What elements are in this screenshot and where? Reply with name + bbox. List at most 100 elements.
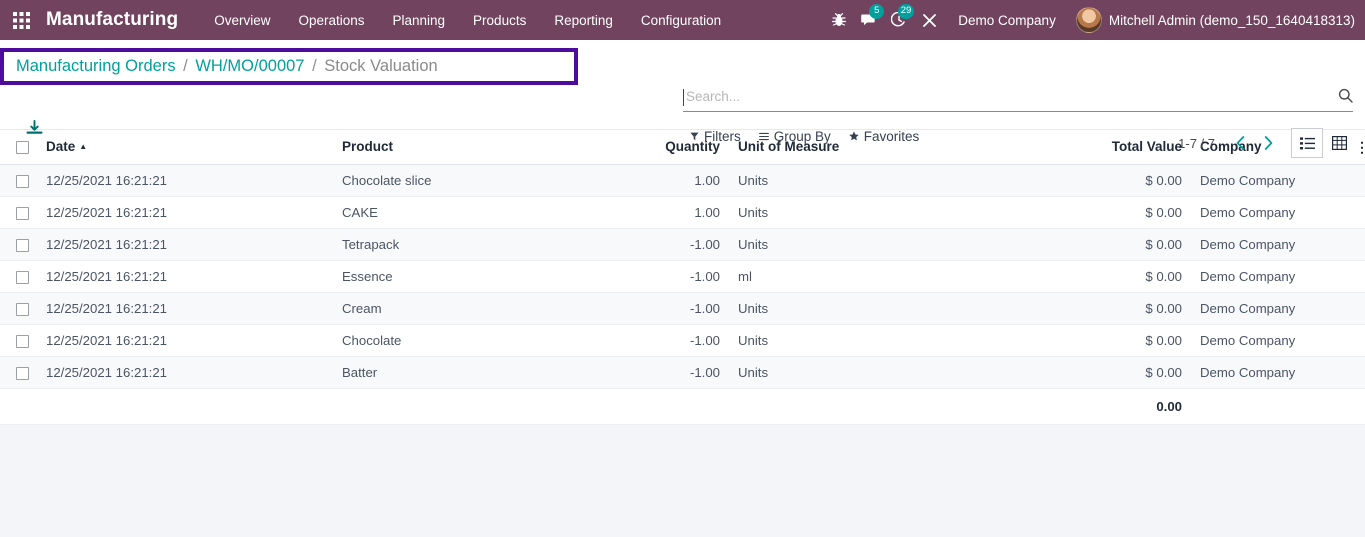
menu-item-overview[interactable]: Overview: [200, 0, 284, 40]
select-all-checkbox[interactable]: [16, 140, 29, 154]
cell-unit-of-measure: Units: [726, 356, 1056, 390]
main-menu: Overview Operations Planning Products Re…: [200, 0, 735, 40]
cell-date: 12/25/2021 16:21:21: [40, 356, 336, 390]
search-icon[interactable]: [1330, 88, 1353, 108]
column-header-date-label: Date: [46, 139, 76, 154]
user-menu[interactable]: Mitchell Admin (demo_150_1640418313): [1070, 7, 1355, 33]
cell-unit-of-measure: Units: [726, 228, 1056, 262]
cell-product: CAKE: [336, 196, 648, 230]
cell-unit-of-measure: Units: [726, 164, 1056, 198]
footer-cell-empty-5: [726, 388, 1056, 426]
stock-valuation-list: Date ▲ Product Quantity Unit of Measure T…: [0, 130, 1365, 426]
group-by-dropdown[interactable]: Group By: [758, 129, 831, 144]
cell-company: Demo Company: [1188, 164, 1348, 198]
cell-company: Demo Company: [1188, 356, 1348, 390]
cell-date: 12/25/2021 16:21:21: [40, 324, 336, 358]
app-brand-title[interactable]: Manufacturing: [46, 9, 178, 31]
footer-cell-empty-6: [1188, 388, 1348, 426]
apps-grid-icon[interactable]: [8, 0, 34, 40]
cell-total-value: $ 0.00: [1056, 260, 1188, 294]
favorites-dropdown[interactable]: Favorites: [849, 129, 920, 144]
breadcrumb-item-manufacturing-orders[interactable]: Manufacturing Orders: [16, 57, 176, 75]
table-row[interactable]: 12/25/2021 16:21:21 Chocolate slice 1.00 Un…: [0, 164, 1365, 198]
pager-and-views: 1-7 / 7: [1178, 128, 1355, 158]
column-header-product[interactable]: Product: [336, 130, 648, 165]
stock-valuation-table: Date ▲ Product Quantity Unit of Measure T…: [0, 130, 1365, 426]
favorites-label: Favorites: [863, 129, 920, 144]
navbar-right-cluster: 5 29 Demo Company Mitchell Admin (demo_1…: [824, 0, 1355, 40]
activities-clock-icon[interactable]: 29: [884, 0, 915, 40]
filters-dropdown[interactable]: Filters: [690, 129, 741, 144]
footer-cell-empty-7: [1348, 388, 1365, 426]
sort-asc-icon: ▲: [79, 142, 88, 151]
search-facets: Filters Group By Favorites: [690, 129, 919, 144]
row-select-cell: [0, 260, 40, 294]
avatar: [1075, 7, 1102, 33]
breadcrumb-separator-1: /: [183, 57, 188, 75]
tools-icon[interactable]: [914, 0, 944, 40]
row-checkbox[interactable]: [16, 271, 29, 285]
cell-product: Tetrapack: [336, 228, 648, 262]
cell-product: Batter: [336, 356, 648, 390]
cell-total-value: $ 0.00: [1056, 324, 1188, 358]
cell-empty: [1348, 292, 1365, 326]
row-checkbox[interactable]: [16, 303, 29, 317]
search-input[interactable]: [683, 89, 1330, 106]
row-checkbox[interactable]: [16, 367, 29, 381]
table-header-row: Date ▲ Product Quantity Unit of Measure T…: [0, 130, 1365, 165]
download-icon[interactable]: [22, 116, 46, 140]
cell-date: 12/25/2021 16:21:21: [40, 228, 336, 262]
table-row[interactable]: 12/25/2021 16:21:21 Cream -1.00 Units $ 0.00…: [0, 292, 1365, 326]
table-row[interactable]: 12/25/2021 16:21:21 Chocolate -1.00 Units $ …: [0, 324, 1365, 358]
cell-company: Demo Company: [1188, 324, 1348, 358]
menu-item-products[interactable]: Products: [459, 0, 540, 40]
menu-item-operations[interactable]: Operations: [284, 0, 378, 40]
chevron-right-icon[interactable]: [1255, 130, 1281, 156]
row-select-cell: [0, 228, 40, 262]
breadcrumb: Manufacturing Orders / WH/MO/00007 / Sto…: [16, 57, 438, 76]
row-checkbox[interactable]: [16, 175, 29, 189]
breadcrumb-separator-2: /: [312, 57, 317, 75]
footer-cell-empty-2: [40, 388, 336, 426]
group-by-label: Group By: [773, 129, 831, 144]
messages-badge: 5: [869, 4, 885, 19]
menu-item-planning[interactable]: Planning: [379, 0, 460, 40]
cell-quantity: -1.00: [648, 260, 726, 294]
menu-item-configuration[interactable]: Configuration: [627, 0, 735, 40]
list-icon[interactable]: [1291, 128, 1323, 158]
row-select-cell: [0, 196, 40, 230]
cell-quantity: -1.00: [648, 228, 726, 262]
chevron-left-icon[interactable]: [1227, 130, 1253, 156]
table-row[interactable]: 12/25/2021 16:21:21 Batter -1.00 Units $ 0.0…: [0, 356, 1365, 390]
row-checkbox[interactable]: [16, 239, 29, 253]
cell-date: 12/25/2021 16:21:21: [40, 164, 336, 198]
column-header-total-value[interactable]: Total Value: [1056, 130, 1188, 165]
cell-quantity: 1.00: [648, 164, 726, 198]
cell-empty: [1348, 356, 1365, 390]
cell-total-value: $ 0.00: [1056, 164, 1188, 198]
row-checkbox[interactable]: [16, 335, 29, 349]
table-row[interactable]: 12/25/2021 16:21:21 CAKE 1.00 Units $ 0.00 De…: [0, 196, 1365, 230]
bug-icon[interactable]: [824, 0, 854, 40]
table-row[interactable]: 12/25/2021 16:21:21 Tetrapack -1.00 Units $ …: [0, 228, 1365, 262]
messages-icon[interactable]: 5: [854, 0, 885, 40]
pivot-table-icon[interactable]: [1323, 128, 1355, 158]
table-body: 12/25/2021 16:21:21 Chocolate slice 1.00 Un…: [0, 164, 1365, 390]
table-foot: 0.00: [0, 388, 1365, 426]
footer-total-value: 0.00: [1056, 388, 1188, 426]
cell-company: Demo Company: [1188, 260, 1348, 294]
row-select-cell: [0, 356, 40, 390]
search-bar[interactable]: [683, 84, 1353, 112]
table-row[interactable]: 12/25/2021 16:21:21 Essence -1.00 ml $ 0.00 D…: [0, 260, 1365, 294]
breadcrumb-item-mo-number[interactable]: WH/MO/00007: [195, 57, 304, 75]
menu-item-reporting[interactable]: Reporting: [540, 0, 627, 40]
pager-range[interactable]: 1-7 / 7: [1178, 136, 1215, 151]
view-switcher: [1291, 128, 1355, 158]
row-checkbox[interactable]: [16, 207, 29, 221]
cell-unit-of-measure: Units: [726, 292, 1056, 326]
row-select-cell: [0, 324, 40, 358]
column-header-date[interactable]: Date ▲: [40, 130, 336, 165]
breadcrumb-item-stock-valuation: Stock Valuation: [324, 57, 438, 75]
footer-cell-empty-4: [648, 388, 726, 426]
company-switcher[interactable]: Demo Company: [944, 13, 1070, 28]
